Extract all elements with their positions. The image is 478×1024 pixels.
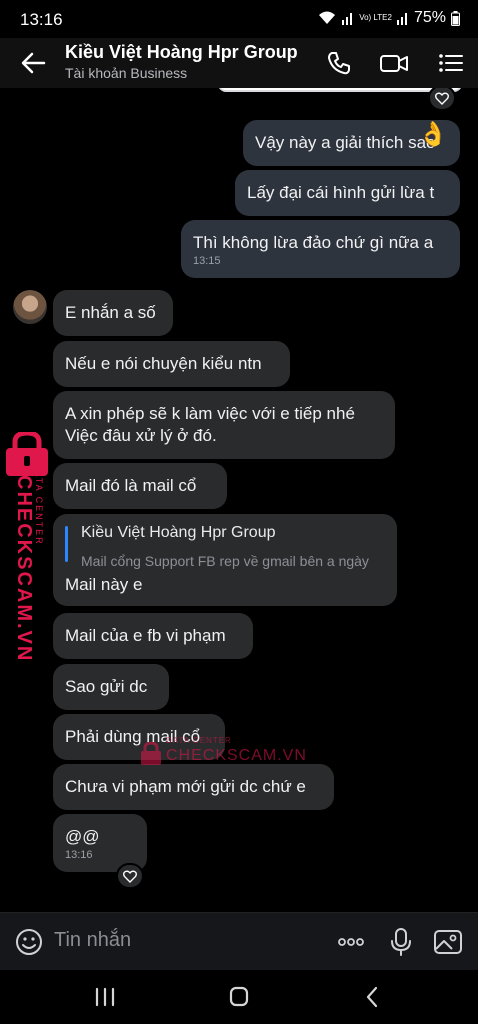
watermark-lock-icon bbox=[141, 742, 161, 765]
chat-thread[interactable]: Vậy này a giải thích sao 👌 Lấy đại cái h… bbox=[0, 88, 478, 912]
incoming-message[interactable]: Mail của e fb vi phạm bbox=[53, 613, 253, 659]
back-icon[interactable] bbox=[358, 984, 388, 1010]
incoming-message[interactable]: Mail đó là mail cổ bbox=[53, 463, 227, 509]
microphone-icon[interactable] bbox=[386, 927, 416, 957]
phone-icon[interactable] bbox=[324, 48, 354, 78]
more-options-icon[interactable] bbox=[336, 927, 366, 957]
recent-apps-icon[interactable] bbox=[90, 984, 120, 1010]
reply-snippet: Mail cổng Support FB rep về gmail bên a … bbox=[81, 553, 369, 569]
signal-icon-2 bbox=[396, 13, 407, 25]
emoji-icon[interactable] bbox=[14, 927, 44, 957]
signal-icon bbox=[342, 13, 353, 25]
outgoing-message[interactable]: Thì không lừa đảo chứ gì nữa a 13:15 bbox=[181, 220, 460, 278]
previous-message-edge bbox=[218, 88, 462, 92]
video-call-icon[interactable] bbox=[379, 48, 409, 78]
heart-reaction-icon[interactable] bbox=[428, 88, 456, 111]
incoming-reply-message[interactable]: Kiều Việt Hoàng Hpr Group Mail cổng Supp… bbox=[53, 514, 397, 606]
reply-sender: Kiều Việt Hoàng Hpr Group bbox=[81, 524, 276, 541]
outgoing-message[interactable]: Lấy đại cái hình gửi lừa t bbox=[235, 170, 460, 216]
status-icons: Vo) LTE2 75% bbox=[317, 9, 460, 27]
home-icon[interactable] bbox=[224, 984, 254, 1010]
incoming-message[interactable]: Nếu e nói chuyện kiểu ntn bbox=[53, 341, 290, 387]
message-composer: Tin nhắn bbox=[0, 912, 478, 970]
message-input[interactable]: Tin nhắn bbox=[54, 929, 131, 952]
status-time: 13:16 bbox=[20, 10, 63, 29]
gallery-icon[interactable] bbox=[433, 927, 463, 957]
watermark-center: DATA CENTER CHECKSCAM.VN bbox=[140, 736, 306, 772]
contact-subtitle: Tài khoản Business bbox=[65, 65, 188, 81]
incoming-message[interactable]: Sao gửi dc bbox=[53, 664, 169, 710]
menu-list-icon[interactable] bbox=[436, 48, 466, 78]
message-time: 13:16 bbox=[65, 849, 93, 861]
contact-name[interactable]: Kiều Việt Hoàng Hpr Group bbox=[65, 42, 298, 63]
incoming-message[interactable]: A xin phép sẽ k làm việc với e tiếp nhé … bbox=[53, 391, 395, 459]
incoming-message[interactable]: E nhắn a số bbox=[53, 290, 173, 336]
quoted-reply[interactable]: Kiều Việt Hoàng Hpr Group Mail cổng Supp… bbox=[65, 522, 385, 569]
battery-percent: 75% bbox=[413, 9, 446, 26]
reaction-emoji: 👌 bbox=[418, 121, 448, 148]
network-label: Vo) LTE2 bbox=[359, 13, 392, 22]
reply-accent-bar bbox=[65, 526, 68, 562]
status-bar: 13:16 Vo) LTE2 75% bbox=[0, 0, 478, 38]
heart-reaction-icon[interactable] bbox=[116, 863, 144, 889]
watermark-tag: DATA CENTER bbox=[34, 462, 44, 546]
back-arrow-icon[interactable] bbox=[16, 48, 50, 78]
avatar[interactable] bbox=[13, 290, 47, 324]
battery-icon bbox=[451, 10, 460, 26]
chat-header: Kiều Việt Hoàng Hpr Group Tài khoản Busi… bbox=[0, 38, 478, 88]
message-time: 13:15 bbox=[193, 255, 221, 267]
wifi-icon bbox=[319, 11, 336, 24]
system-nav-bar bbox=[0, 970, 478, 1024]
